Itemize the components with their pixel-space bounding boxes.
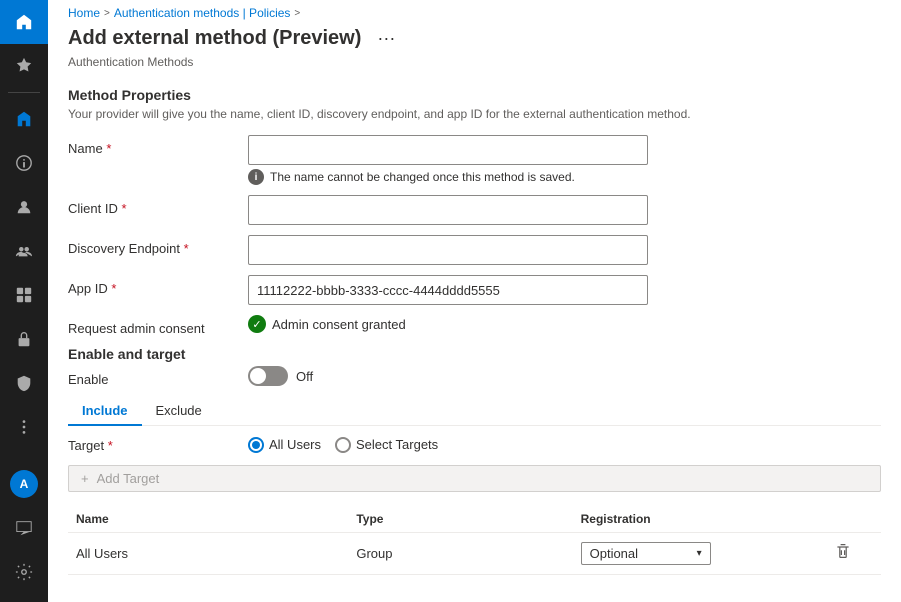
name-row: Name * i The name cannot be changed once… xyxy=(68,135,881,185)
targets-table: Name Type Registration All Users Group O… xyxy=(68,506,881,575)
form-area: Method Properties Your provider will giv… xyxy=(48,77,901,602)
breadcrumb-policies[interactable]: Authentication methods | Policies xyxy=(114,6,291,20)
row-registration: Optional ▾ xyxy=(573,533,825,575)
sidebar-item-favorites[interactable] xyxy=(0,44,48,88)
sidebar: A xyxy=(0,0,48,602)
discovery-endpoint-label: Discovery Endpoint * xyxy=(68,235,248,256)
app-id-input-wrap xyxy=(248,275,648,305)
col-header-name: Name xyxy=(68,506,348,533)
admin-consent-label: Request admin consent xyxy=(68,315,248,336)
sidebar-item-security[interactable] xyxy=(0,317,48,361)
avatar: A xyxy=(10,470,38,498)
name-input[interactable] xyxy=(248,135,648,165)
chevron-down-icon: ▾ xyxy=(697,548,702,559)
app-id-label: App ID * xyxy=(68,275,248,296)
name-note: i The name cannot be changed once this m… xyxy=(248,169,648,185)
radio-dot-all-users xyxy=(252,441,260,449)
enable-row: Enable Off xyxy=(68,366,881,387)
radio-circle-all-users xyxy=(248,437,264,453)
name-input-wrap: i The name cannot be changed once this m… xyxy=(248,135,648,185)
add-target-plus-icon: + xyxy=(81,471,89,486)
include-exclude-tabs: Include Exclude xyxy=(68,397,881,426)
sidebar-item-more[interactable] xyxy=(0,405,48,449)
radio-select-targets[interactable]: Select Targets xyxy=(335,437,438,453)
row-name: All Users xyxy=(68,533,348,575)
sidebar-item-avatar[interactable]: A xyxy=(0,462,48,506)
radio-circle-select-targets xyxy=(335,437,351,453)
page-subtitle: Authentication Methods xyxy=(48,55,901,77)
breadcrumb: Home > Authentication methods | Policies… xyxy=(48,0,901,22)
sidebar-item-home[interactable] xyxy=(0,0,48,44)
sidebar-item-settings[interactable] xyxy=(0,550,48,594)
sidebar-item-azure-ad[interactable] xyxy=(0,97,48,141)
tab-exclude[interactable]: Exclude xyxy=(142,397,216,426)
client-id-input[interactable] xyxy=(248,195,648,225)
enable-toggle-wrap: Off xyxy=(248,366,313,386)
row-delete xyxy=(825,533,881,575)
name-label: Name * xyxy=(68,135,248,156)
admin-consent-status: ✓ Admin consent granted xyxy=(248,315,406,333)
enable-toggle[interactable] xyxy=(248,366,288,386)
row-type: Group xyxy=(348,533,572,575)
sidebar-item-groups[interactable] xyxy=(0,229,48,273)
breadcrumb-sep1: > xyxy=(104,8,110,19)
client-id-row: Client ID * xyxy=(68,195,881,225)
discovery-endpoint-input[interactable] xyxy=(248,235,648,265)
add-target-button: + Add Target xyxy=(68,465,881,492)
breadcrumb-sep2: > xyxy=(294,8,300,19)
delete-row-button[interactable] xyxy=(833,541,853,566)
main-content: Home > Authentication methods | Policies… xyxy=(48,0,901,602)
radio-label-all-users: All Users xyxy=(269,437,321,452)
more-options-button[interactable]: ··· xyxy=(371,26,401,51)
add-target-label: Add Target xyxy=(97,471,160,486)
page-header: Add external method (Preview) ··· xyxy=(48,22,901,55)
sidebar-item-users[interactable] xyxy=(0,185,48,229)
discovery-endpoint-input-wrap xyxy=(248,235,648,265)
registration-select-text: Optional xyxy=(590,546,638,561)
trash-icon xyxy=(835,543,851,559)
table-row: All Users Group Optional ▾ xyxy=(68,533,881,575)
method-properties-desc: Your provider will give you the name, cl… xyxy=(68,107,881,121)
method-properties-heading: Method Properties xyxy=(68,87,881,103)
col-header-registration: Registration xyxy=(573,506,825,533)
breadcrumb-home[interactable]: Home xyxy=(68,6,100,20)
sidebar-divider xyxy=(8,92,40,93)
sidebar-item-feedback[interactable] xyxy=(0,506,48,550)
sidebar-item-info[interactable] xyxy=(0,141,48,185)
radio-all-users[interactable]: All Users xyxy=(248,437,321,453)
sidebar-item-apps[interactable] xyxy=(0,273,48,317)
admin-consent-row: Request admin consent ✓ Admin consent gr… xyxy=(68,315,881,336)
target-label: Target * xyxy=(68,436,248,453)
client-id-input-wrap xyxy=(248,195,648,225)
app-id-input[interactable] xyxy=(248,275,648,305)
toggle-knob xyxy=(250,368,266,384)
consent-check-icon: ✓ xyxy=(248,315,266,333)
target-row: Target * All Users Select Targets xyxy=(68,436,881,453)
enable-target-heading: Enable and target xyxy=(68,346,881,362)
col-header-type: Type xyxy=(348,506,572,533)
enable-state-label: Off xyxy=(296,369,313,384)
registration-select[interactable]: Optional ▾ xyxy=(581,542,711,565)
enable-label: Enable xyxy=(68,366,248,387)
discovery-endpoint-row: Discovery Endpoint * xyxy=(68,235,881,265)
tab-include[interactable]: Include xyxy=(68,397,142,426)
sidebar-item-protection[interactable] xyxy=(0,361,48,405)
app-id-row: App ID * xyxy=(68,275,881,305)
info-icon: i xyxy=(248,169,264,185)
radio-label-select-targets: Select Targets xyxy=(356,437,438,452)
col-header-delete xyxy=(825,506,881,533)
page-title: Add external method (Preview) xyxy=(68,27,361,50)
target-radio-group: All Users Select Targets xyxy=(248,437,438,453)
client-id-label: Client ID * xyxy=(68,195,248,216)
admin-consent-text: Admin consent granted xyxy=(272,317,406,332)
